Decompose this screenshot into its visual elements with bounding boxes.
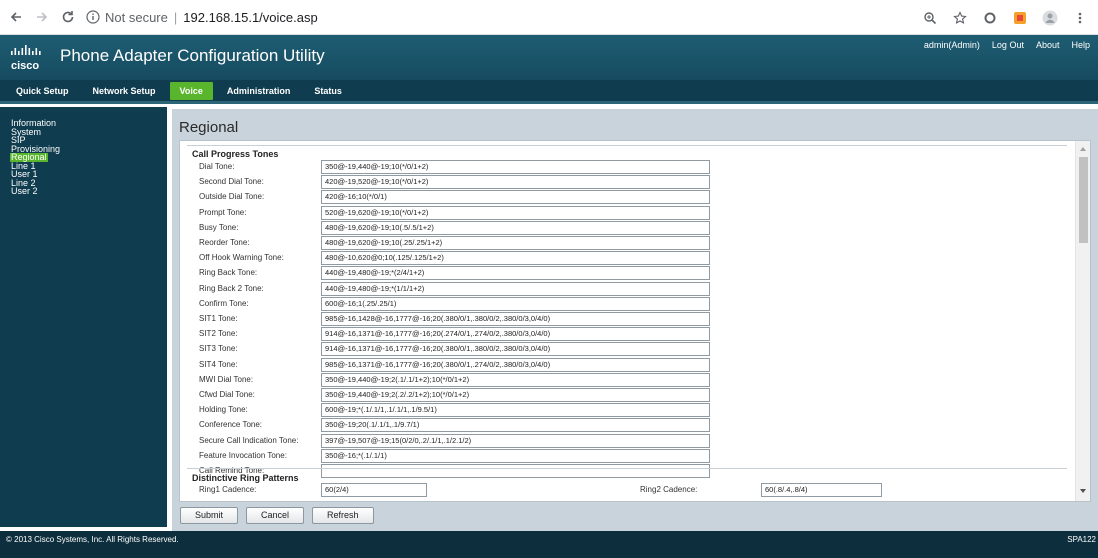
sidebar: Information System SIP Provisioning Regi… [0,107,167,527]
back-arrow-icon[interactable] [6,7,26,27]
tone-input[interactable]: 350@-19;20(.1/.1/1,.1/9.7/1) [321,418,710,433]
scroll-down-arrow-icon[interactable] [1080,489,1086,493]
browser-toolbar: Not secure | 192.168.15.1/voice.asp [0,0,1098,35]
app-title: Phone Adapter Configuration Utility [60,46,325,65]
tone-input[interactable]: 914@-16,1371@-16,1777@-16;20(.274/0/1,.2… [321,327,710,342]
info-icon[interactable] [86,10,100,24]
section-title-call-progress-tones: Call Progress Tones [192,149,279,159]
tab-quick-setup[interactable]: Quick Setup [6,82,79,100]
footer: © 2013 Cisco Systems, Inc. All Rights Re… [0,531,1098,558]
tone-input[interactable]: 350@-19,440@-19;2(.2/.2/1+2);10(*/0/1+2) [321,388,710,402]
extension-ring-icon[interactable] [980,8,1000,28]
tone-input[interactable]: 480@-19,620@-19;10(.5/.5/1+2) [321,220,710,235]
tone-label: Conference Tone: [199,420,263,430]
forward-arrow-icon[interactable] [32,7,52,27]
profile-avatar-icon[interactable] [1040,8,1060,28]
tone-input[interactable]: 420@-19,520@-19;10(*/0/1+2) [321,175,710,190]
tone-input[interactable]: 985@-16,1428@-16,1777@-16;20(.380/0/1,.3… [321,312,710,326]
tone-label: Feature Invocation Tone: [199,450,287,460]
tone-label: SIT1 Tone: [199,314,238,323]
tone-label: Confirm Tone: [199,298,249,308]
main-nav: Quick Setup Network Setup Voice Administ… [0,80,1098,104]
cisco-logo: cisco [11,45,41,72]
url-separator: | [173,9,178,25]
model-name: SPA122 [1067,535,1096,544]
tone-label: Busy Tone: [199,222,239,232]
ring2-cadence-label: Ring2 Cadence: [640,485,698,494]
extension-orange-icon[interactable] [1010,8,1030,28]
address-bar[interactable]: Not secure | 192.168.15.1/voice.asp [86,4,386,30]
tone-label: SIT3 Tone: [199,344,238,354]
tab-voice[interactable]: Voice [169,81,213,100]
cisco-logo-text: cisco [11,60,39,72]
tone-label: Outside Dial Tone: [199,192,265,202]
tab-network-setup[interactable]: Network Setup [83,82,166,100]
scroll-up-arrow-icon[interactable] [1080,147,1086,151]
tab-administration[interactable]: Administration [217,82,301,100]
tone-input[interactable]: 480@-10,620@0;10(.125/.125/1+2) [321,251,710,266]
zoom-icon[interactable] [920,8,940,28]
content-area: Regional Call Progress Tones Dial Tone: 3… [172,109,1098,531]
logout-link[interactable]: Log Out [992,40,1024,50]
tone-input[interactable]: 520@-19,620@-19;10(*/0/1+2) [321,205,710,220]
tone-input[interactable]: 985@-16,1371@-16,1777@-16;20(.380/0/1,.2… [321,357,710,372]
menu-dots-icon[interactable] [1070,8,1090,28]
tone-input[interactable]: 440@-19,480@-19;*(2/4/1+2) [321,266,710,281]
cancel-button[interactable]: Cancel [246,507,305,524]
tone-label: SIT4 Tone: [199,359,238,369]
tone-input[interactable]: 440@-19,480@-19;*(1/1/1+2) [321,281,710,296]
bookmark-star-icon[interactable] [950,8,970,28]
tone-label: Dial Tone: [199,162,235,171]
tone-label: Cfwd Dial Tone: [199,390,255,399]
tone-label: MWI Dial Tone: [199,374,254,384]
app-header: cisco Phone Adapter Configuration Utilit… [0,35,1098,80]
tone-label: SIT2 Tone: [199,329,238,339]
section-title-distinctive-ring-patterns: Distinctive Ring Patterns [192,473,299,483]
tone-label: Second Dial Tone: [199,177,264,187]
refresh-button[interactable]: Refresh [312,507,374,524]
tone-input[interactable]: 480@-19,620@-19;10(.25/.25/1+2) [321,236,710,250]
divider [187,145,1067,146]
tone-input[interactable] [321,464,710,478]
ring2-cadence-input[interactable]: 60(.8/.4,.8/4) [761,483,882,497]
tone-input[interactable]: 600@-19;*(.1/.1/1,.1/.1/1,.1/9.5/1) [321,403,710,418]
page-title: Regional [179,119,239,136]
security-label: Not secure [105,9,168,25]
scroll-thumb[interactable] [1079,157,1088,243]
ring1-cadence-label: Ring1 Cadence: [199,485,257,494]
user-name: admin(Admin) [923,40,980,50]
tone-label: Ring Back Tone: [199,268,258,278]
reload-icon[interactable] [58,7,78,27]
url-text[interactable]: 192.168.15.1/voice.asp [183,10,317,25]
tone-input[interactable]: 600@-16;1(.25/.25/1) [321,296,710,311]
tone-input[interactable]: 397@-19,507@-19;15(0/2/0,.2/.1/1,.1/2.1/… [321,433,710,448]
settings-panel: Call Progress Tones Dial Tone: 350@-19,44… [179,140,1091,502]
tone-label: Holding Tone: [199,405,248,415]
copyright-text: © 2013 Cisco Systems, Inc. All Rights Re… [6,535,179,544]
tone-input[interactable]: 350@-19,440@-19;2(.1/.1/1+2);10(*/0/1+2) [321,372,710,387]
sidebar-item-user-2[interactable]: User 2 [10,187,39,196]
help-link[interactable]: Help [1071,40,1090,50]
tone-label: Ring Back 2 Tone: [199,283,264,293]
tone-label: Reorder Tone: [199,238,250,247]
about-link[interactable]: About [1036,40,1060,50]
tone-label: Secure Call Indication Tone: [199,435,299,445]
tab-status[interactable]: Status [304,82,352,100]
tone-input[interactable]: 420@-16;10(*/0/1) [321,190,710,205]
tone-label: Prompt Tone: [199,207,247,217]
tone-input[interactable]: 350@-19,440@-19;10(*/0/1+2) [321,160,710,174]
tone-input[interactable]: 914@-16,1371@-16,1777@-16;20(.380/0/1,.3… [321,342,710,357]
tone-input[interactable]: 350@-16;*(.1/.1/1) [321,448,710,463]
ring1-cadence-input[interactable]: 60(2/4) [321,483,427,497]
tone-label: Off Hook Warning Tone: [199,253,284,263]
panel-scrollbar[interactable] [1075,141,1090,501]
divider [187,468,1067,469]
submit-button[interactable]: Submit [180,507,239,524]
